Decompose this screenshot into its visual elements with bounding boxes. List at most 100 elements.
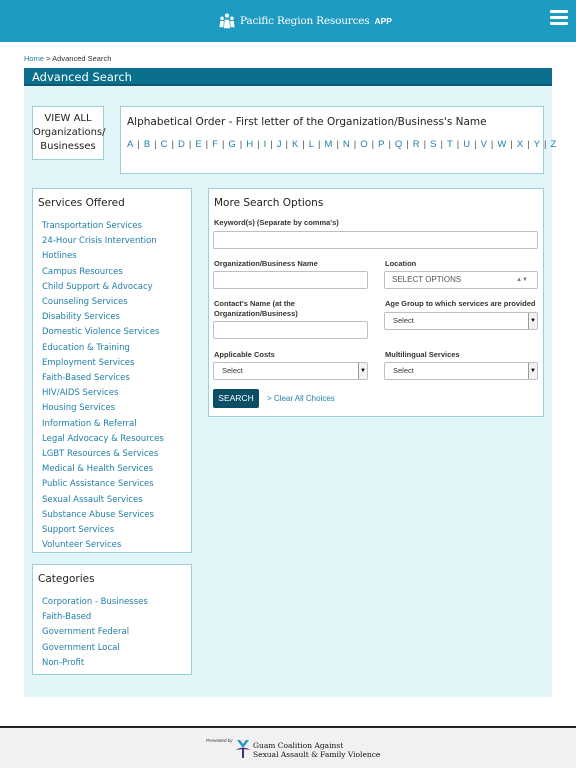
letter-separator: | <box>239 139 243 150</box>
letter-link-h[interactable]: H <box>246 139 253 150</box>
letter-separator: | <box>154 139 157 150</box>
breadcrumb-home-link[interactable]: Home <box>24 54 44 63</box>
letter-separator: | <box>510 139 513 150</box>
letter-link-o[interactable]: O <box>360 139 367 150</box>
category-item[interactable]: Faith-Based <box>42 610 148 625</box>
hamburger-menu-icon[interactable] <box>550 10 568 26</box>
guam-coalition-line2: Sexual Assault & Family Violence <box>253 750 381 759</box>
service-item[interactable]: Sexual Assault Services <box>42 493 191 508</box>
letter-link-e[interactable]: E <box>195 139 201 150</box>
letter-link-b[interactable]: B <box>144 139 150 150</box>
letter-separator: | <box>270 139 273 150</box>
letter-link-l[interactable]: L <box>309 139 314 150</box>
alphabet-letters: A | B | C | D | E | F | G | H | I | J | K | L | M | N | O | P | Q | R | S | T |… <box>127 137 556 152</box>
keywords-input[interactable] <box>213 231 538 249</box>
view-all-line2: Organizations/ <box>33 127 106 138</box>
service-item[interactable]: Child Support & Advocacy <box>42 280 191 295</box>
letter-separator: | <box>257 139 260 150</box>
brand-app-label: APP <box>374 16 392 26</box>
service-item[interactable]: Transportation Services <box>42 219 191 234</box>
letter-link-g[interactable]: G <box>228 139 235 150</box>
guam-coalition-line1: Guam Coalition Against <box>253 741 344 750</box>
search-button[interactable]: SEARCH <box>213 389 259 408</box>
service-item[interactable]: Education & Training <box>42 341 191 356</box>
service-item[interactable]: Information & Referral <box>42 417 191 432</box>
category-item[interactable]: Corporation - Businesses <box>42 595 148 610</box>
view-all-button[interactable]: VIEW ALL Organizations/ Businesses <box>32 106 106 160</box>
letter-link-n[interactable]: N <box>343 139 350 150</box>
service-item[interactable]: Substance Abuse Services <box>42 508 191 523</box>
footer: Presented by Guam Coalition Against Sexu… <box>0 728 576 768</box>
brand[interactable]: Pacific Region Resources APP <box>218 11 392 31</box>
letter-link-c[interactable]: C <box>161 139 168 150</box>
letter-link-w[interactable]: W <box>497 139 506 150</box>
contact-name-label: Contact's Name (at the Organization/Busi… <box>214 299 298 318</box>
multilingual-select-value: Select <box>393 366 414 375</box>
more-options-title: More Search Options <box>214 197 324 209</box>
clear-all-choices-link[interactable]: > Clear All Choices <box>267 394 335 403</box>
category-item[interactable]: Non-Profit <box>42 656 148 671</box>
view-all-line3: Businesses <box>40 141 96 152</box>
letter-link-k[interactable]: K <box>292 139 298 150</box>
brand-name: Pacific Region Resources <box>240 15 370 27</box>
letter-separator: | <box>137 139 140 150</box>
letter-link-u[interactable]: U <box>463 139 470 150</box>
categories-list: Corporation - Businesses Faith-Based Gover… <box>42 595 148 671</box>
letter-separator: | <box>336 139 339 150</box>
letter-link-j[interactable]: J <box>277 139 282 150</box>
service-item[interactable]: LGBT Resources & Services <box>42 447 191 462</box>
service-item[interactable]: Volunteer Services <box>42 538 191 553</box>
service-item[interactable]: Legal Advocacy & Resources <box>42 432 191 447</box>
letter-separator: | <box>171 139 174 150</box>
service-item[interactable]: 24-Hour Crisis Intervention Hotlines <box>42 234 191 264</box>
letter-link-p[interactable]: P <box>378 139 384 150</box>
costs-select-value: Select <box>222 366 243 375</box>
letter-separator: | <box>423 139 427 150</box>
letter-link-f[interactable]: F <box>212 139 218 150</box>
location-label: Location <box>385 259 417 268</box>
letter-separator: | <box>205 139 209 150</box>
service-item[interactable]: Employment Services <box>42 356 191 371</box>
location-select[interactable]: SELECT OPTIONS ▲▼ <box>384 271 538 289</box>
letter-link-t[interactable]: T <box>447 139 453 150</box>
service-item[interactable]: Support Services <box>42 523 191 538</box>
letter-link-a[interactable]: A <box>127 139 133 150</box>
services-panel: Services Offered Transportation Services… <box>32 188 192 553</box>
category-item[interactable]: Government Local <box>42 641 148 656</box>
letter-separator: | <box>318 139 321 150</box>
letter-link-x[interactable]: X <box>517 139 523 150</box>
multilingual-select[interactable]: Select ▼ <box>384 362 538 380</box>
service-item[interactable]: Faith-Based Services <box>42 371 191 386</box>
letter-link-q[interactable]: Q <box>395 139 402 150</box>
letter-link-i[interactable]: I <box>264 139 267 150</box>
service-item[interactable]: HIV/AIDS Services <box>42 386 191 401</box>
letter-link-z[interactable]: Z <box>550 139 556 150</box>
service-item[interactable]: Housing Services <box>42 401 191 416</box>
org-name-label: Organization/Business Name <box>214 259 318 268</box>
service-item[interactable]: Domestic Violence Services <box>42 325 191 340</box>
service-item[interactable]: Public Assistance Services <box>42 477 191 492</box>
guam-coalition-logo-icon <box>236 740 250 758</box>
service-item[interactable]: Disability Services <box>42 310 191 325</box>
letter-separator: | <box>388 139 391 150</box>
letter-link-y[interactable]: Y <box>534 139 540 150</box>
categories-panel: Categories Corporation - Businesses Faith… <box>32 564 192 675</box>
dropdown-arrow-icon: ▼ <box>358 363 367 379</box>
category-item[interactable]: Government Federal <box>42 625 148 640</box>
letter-link-s[interactable]: S <box>430 139 436 150</box>
letter-link-r[interactable]: R <box>413 139 420 150</box>
letter-link-d[interactable]: D <box>178 139 185 150</box>
age-group-select[interactable]: Select ▼ <box>384 312 538 330</box>
dropdown-arrow-icon: ▼ <box>528 313 537 329</box>
service-item[interactable]: Counseling Services <box>42 295 191 310</box>
service-item[interactable]: Medical & Health Services <box>42 462 191 477</box>
breadcrumb-separator: > <box>46 54 51 63</box>
letter-link-v[interactable]: V <box>481 139 487 150</box>
letter-link-m[interactable]: M <box>325 139 333 150</box>
costs-select[interactable]: Select ▼ <box>213 362 368 380</box>
org-name-input[interactable] <box>213 271 368 289</box>
contact-name-input[interactable] <box>213 321 368 339</box>
guam-coalition-name: Guam Coalition Against Sexual Assault & … <box>253 741 380 759</box>
page-title-bar: Advanced Search <box>24 68 552 86</box>
service-item[interactable]: Campus Resources <box>42 265 191 280</box>
